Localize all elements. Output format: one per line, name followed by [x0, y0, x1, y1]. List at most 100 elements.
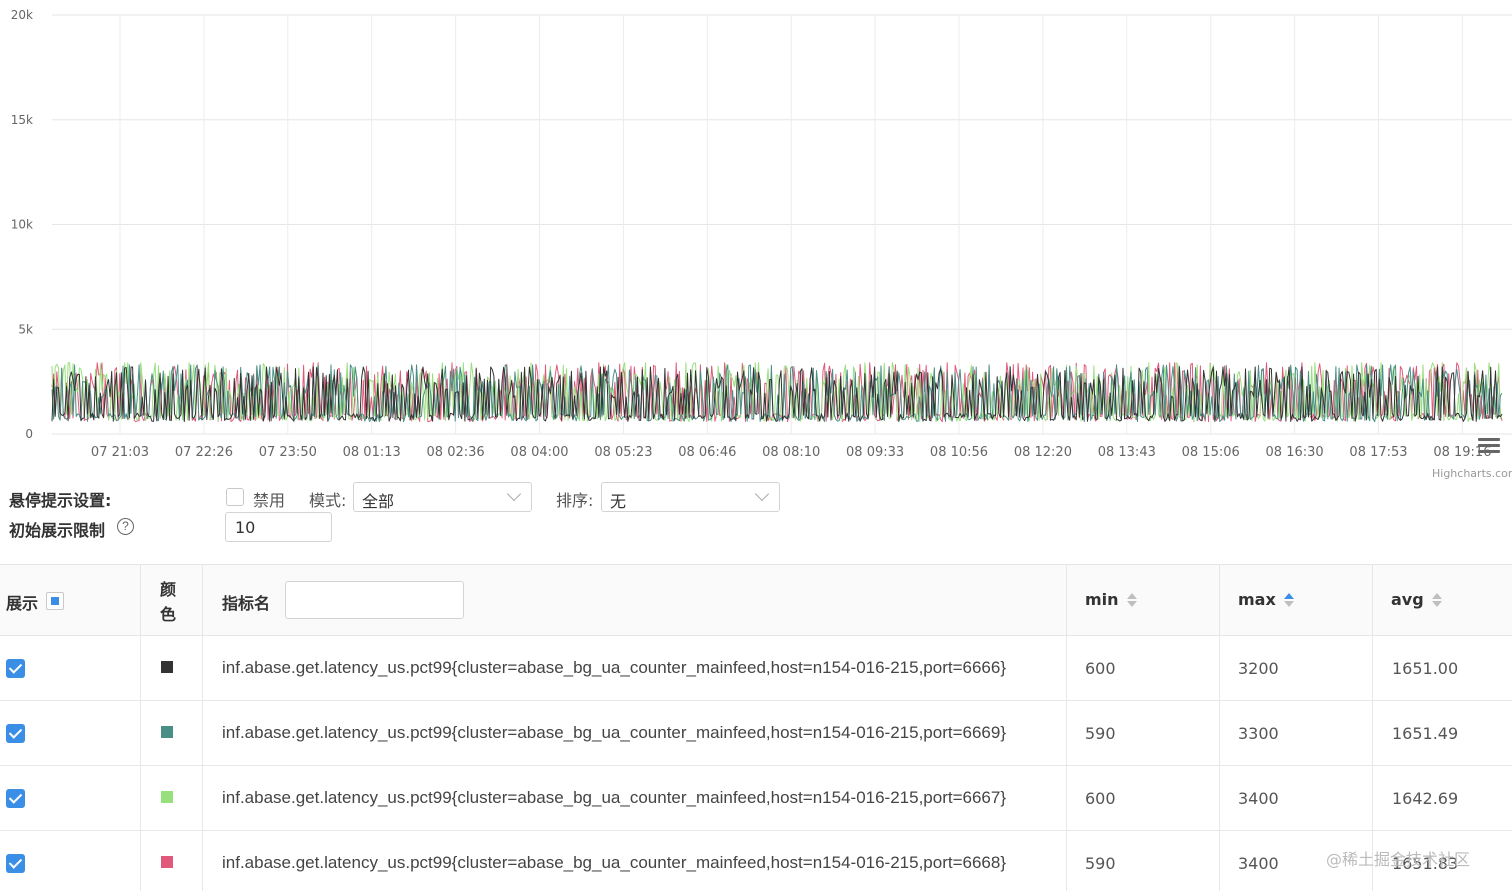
- avg-cell: 1642.69: [1373, 766, 1512, 830]
- min-cell: 590: [1067, 701, 1220, 765]
- header-name-label: 指标名: [222, 594, 271, 613]
- mode-select-value: 全部: [362, 492, 395, 511]
- hover-settings: 悬停提示设置: 禁用 模式: 全部 排序: 无 初始展示限制 ? 10: [0, 480, 1512, 550]
- sort-select[interactable]: 无: [601, 482, 780, 512]
- y-tick-label: 20k: [11, 8, 33, 22]
- sort-icon[interactable]: [1284, 593, 1294, 609]
- header-min[interactable]: min: [1067, 565, 1220, 635]
- color-cell: [141, 636, 203, 700]
- avg-value: 1651.49: [1392, 724, 1459, 743]
- header-show: 展示: [0, 565, 141, 635]
- name-cell: inf.abase.get.latency_us.pct99{cluster=a…: [203, 766, 1067, 830]
- min-cell: 600: [1067, 766, 1220, 830]
- y-tick-label: 0: [25, 427, 33, 441]
- show-cell: [0, 766, 141, 830]
- color-cell: [141, 766, 203, 830]
- disable-checkbox[interactable]: [226, 488, 244, 506]
- x-tick-label: 08 17:53: [1349, 445, 1407, 460]
- metric-name: inf.abase.get.latency_us.pct99{cluster=a…: [222, 788, 1007, 807]
- disable-label: 禁用: [253, 491, 286, 510]
- x-tick-label: 08 04:00: [510, 445, 568, 460]
- x-tick-label: 08 09:33: [846, 445, 904, 460]
- show-checkbox[interactable]: [6, 789, 25, 808]
- max-value: 3300: [1238, 724, 1279, 743]
- sort-icon[interactable]: [1127, 593, 1137, 609]
- chart-credit: Highcharts.com: [1432, 467, 1512, 480]
- color-swatch: [161, 791, 173, 803]
- header-name: 指标名: [203, 565, 1067, 635]
- name-cell: inf.abase.get.latency_us.pct99{cluster=a…: [203, 831, 1067, 891]
- header-color: 颜色: [141, 565, 203, 635]
- max-value: 3200: [1238, 659, 1279, 678]
- sort-select-value: 无: [610, 492, 627, 511]
- chevron-down-icon: [754, 486, 770, 502]
- select-all-checkbox[interactable]: [46, 592, 64, 610]
- show-checkbox[interactable]: [6, 724, 25, 743]
- max-value: 3400: [1238, 854, 1279, 873]
- y-tick-label: 10k: [11, 218, 33, 232]
- name-cell: inf.abase.get.latency_us.pct99{cluster=a…: [203, 636, 1067, 700]
- y-tick-label: 15k: [11, 113, 33, 127]
- limit-input[interactable]: 10: [225, 512, 332, 542]
- show-checkbox[interactable]: [6, 659, 25, 678]
- sort-icon[interactable]: [1432, 593, 1442, 609]
- avg-cell: 1651.49: [1373, 701, 1512, 765]
- header-max[interactable]: max: [1220, 565, 1373, 635]
- max-cell: 3300: [1220, 701, 1373, 765]
- metric-name: inf.abase.get.latency_us.pct99{cluster=a…: [222, 723, 1007, 742]
- max-cell: 3400: [1220, 766, 1373, 830]
- x-tick-label: 08 12:20: [1014, 445, 1072, 460]
- min-cell: 600: [1067, 636, 1220, 700]
- avg-cell: 1651.00: [1373, 636, 1512, 700]
- table-row: inf.abase.get.latency_us.pct99{cluster=a…: [0, 636, 1512, 701]
- x-tick-label: 08 02:36: [427, 445, 485, 460]
- x-tick-label: 08 16:30: [1266, 445, 1324, 460]
- metric-name: inf.abase.get.latency_us.pct99{cluster=a…: [222, 853, 1007, 872]
- table-row: inf.abase.get.latency_us.pct99{cluster=a…: [0, 701, 1512, 766]
- x-tick-label: 08 05:23: [594, 445, 652, 460]
- chart-svg: 0 5k 10k 15k 20k 07 21:03 07 22:26 07 23:50 08 0…: [11, 8, 1512, 480]
- color-cell: [141, 701, 203, 765]
- color-swatch: [161, 726, 173, 738]
- y-tick-label: 5k: [18, 322, 33, 336]
- min-value: 590: [1085, 854, 1116, 873]
- color-swatch: [161, 661, 173, 673]
- latency-chart: 0 5k 10k 15k 20k 07 21:03 07 22:26 07 23:50 08 0…: [0, 0, 1512, 485]
- hover-tooltip-label: 悬停提示设置:: [9, 491, 112, 510]
- avg-value: 1642.69: [1392, 789, 1459, 808]
- min-value: 600: [1085, 659, 1116, 678]
- header-max-label: max: [1238, 590, 1276, 609]
- avg-value: 1651.00: [1392, 659, 1459, 678]
- x-tick-label: 07 22:26: [175, 445, 233, 460]
- help-icon[interactable]: ?: [117, 518, 134, 535]
- name-filter-input[interactable]: [285, 581, 464, 619]
- max-cell: 3200: [1220, 636, 1373, 700]
- max-value: 3400: [1238, 789, 1279, 808]
- mode-label: 模式:: [309, 491, 347, 510]
- mode-select[interactable]: 全部: [353, 482, 532, 512]
- table-header: 展示 颜色 指标名 min max avg: [0, 564, 1512, 636]
- chart-menu-icon[interactable]: [1478, 438, 1500, 454]
- x-tick-label: 07 23:50: [259, 445, 317, 460]
- sort-label: 排序:: [556, 491, 594, 510]
- show-cell: [0, 831, 141, 891]
- x-tick-label: 08 13:43: [1098, 445, 1156, 460]
- show-cell: [0, 701, 141, 765]
- header-color-label: 颜色: [160, 580, 177, 624]
- show-checkbox[interactable]: [6, 854, 25, 873]
- x-tick-label: 08 01:13: [343, 445, 401, 460]
- table-row: inf.abase.get.latency_us.pct99{cluster=a…: [0, 766, 1512, 831]
- watermark: @稀土掘金技术社区: [1326, 850, 1471, 869]
- min-value: 590: [1085, 724, 1116, 743]
- x-tick-label: 08 15:06: [1182, 445, 1240, 460]
- header-avg-label: avg: [1391, 590, 1424, 609]
- x-tick-label: 08 06:46: [678, 445, 736, 460]
- header-avg[interactable]: avg: [1373, 565, 1512, 635]
- header-show-label: 展示: [6, 594, 39, 613]
- name-cell: inf.abase.get.latency_us.pct99{cluster=a…: [203, 701, 1067, 765]
- header-min-label: min: [1085, 590, 1119, 609]
- x-tick-label: 08 08:10: [762, 445, 820, 460]
- x-tick-label: 08 10:56: [930, 445, 988, 460]
- color-cell: [141, 831, 203, 891]
- chevron-down-icon: [506, 486, 522, 502]
